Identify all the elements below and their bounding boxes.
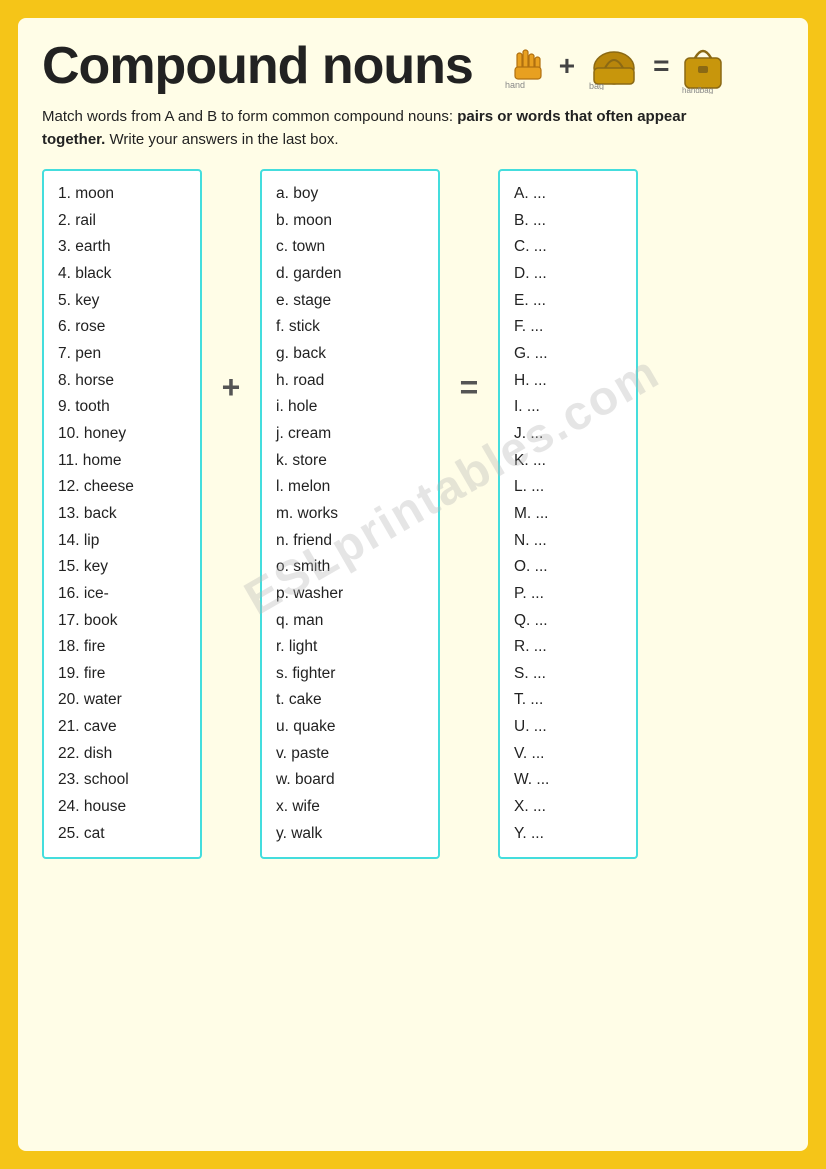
list-item: x. wife xyxy=(276,794,424,821)
list-item: b. moon xyxy=(276,208,424,235)
list-item: G. ... xyxy=(514,341,622,368)
list-item: f. stick xyxy=(276,314,424,341)
list-item: a. boy xyxy=(276,181,424,208)
list-item: V. ... xyxy=(514,741,622,768)
list-item: I. ... xyxy=(514,394,622,421)
bag-icon: bag xyxy=(585,42,643,90)
list-item: j. cream xyxy=(276,421,424,448)
list-item: 1. moon xyxy=(58,181,186,208)
list-item: A. ... xyxy=(514,181,622,208)
list-item: Y. ... xyxy=(514,821,622,848)
column-c-list: A. ...B. ...C. ...D. ...E. ...F. ...G. .… xyxy=(514,181,622,847)
equals-operator: = xyxy=(454,169,484,406)
list-item: t. cake xyxy=(276,687,424,714)
list-item: l. melon xyxy=(276,474,424,501)
instruction-text2: Write your answers in the last box. xyxy=(105,131,338,148)
list-item: 24. house xyxy=(58,794,186,821)
column-c-box: A. ...B. ...C. ...D. ...E. ...F. ...G. .… xyxy=(498,169,638,859)
list-item: U. ... xyxy=(514,714,622,741)
column-a-box: 1. moon2. rail3. earth4. black5. key6. r… xyxy=(42,169,202,859)
list-item: k. store xyxy=(276,448,424,475)
list-item: 4. black xyxy=(58,261,186,288)
list-item: M. ... xyxy=(514,501,622,528)
list-item: 12. cheese xyxy=(58,474,186,501)
list-item: v. paste xyxy=(276,741,424,768)
list-item: 3. earth xyxy=(58,234,186,261)
list-item: E. ... xyxy=(514,288,622,315)
list-item: Q. ... xyxy=(514,608,622,635)
list-item: 2. rail xyxy=(58,208,186,235)
list-item: q. man xyxy=(276,608,424,635)
header-icons: hand + bag = handbag xyxy=(501,38,726,94)
list-item: g. back xyxy=(276,341,424,368)
page-title: Compound nouns xyxy=(42,36,473,96)
column-b-list: a. boyb. moonc. townd. gardene. stagef. … xyxy=(276,181,424,847)
list-item: 20. water xyxy=(58,687,186,714)
list-item: m. works xyxy=(276,501,424,528)
list-item: 22. dish xyxy=(58,741,186,768)
list-item: e. stage xyxy=(276,288,424,315)
list-item: 19. fire xyxy=(58,661,186,688)
list-item: u. quake xyxy=(276,714,424,741)
list-item: h. road xyxy=(276,368,424,395)
plus-icon: + xyxy=(559,50,575,82)
column-a-list: 1. moon2. rail3. earth4. black5. key6. r… xyxy=(58,181,186,847)
equals-icon: = xyxy=(653,50,669,82)
list-item: n. friend xyxy=(276,528,424,555)
list-item: K. ... xyxy=(514,448,622,475)
column-b-box: a. boyb. moonc. townd. gardene. stagef. … xyxy=(260,169,440,859)
list-item: c. town xyxy=(276,234,424,261)
list-item: 15. key xyxy=(58,554,186,581)
list-item: 14. lip xyxy=(58,528,186,555)
list-item: 7. pen xyxy=(58,341,186,368)
list-item: O. ... xyxy=(514,554,622,581)
list-item: 13. back xyxy=(58,501,186,528)
list-item: 17. book xyxy=(58,608,186,635)
list-item: d. garden xyxy=(276,261,424,288)
list-item: N. ... xyxy=(514,528,622,555)
instruction-text1: Match words from A and B to form common … xyxy=(42,108,457,125)
list-item: 8. horse xyxy=(58,368,186,395)
list-item: w. board xyxy=(276,767,424,794)
list-item: C. ... xyxy=(514,234,622,261)
list-item: 21. cave xyxy=(58,714,186,741)
list-item: P. ... xyxy=(514,581,622,608)
list-item: H. ... xyxy=(514,368,622,395)
list-item: p. washer xyxy=(276,581,424,608)
list-item: 5. key xyxy=(58,288,186,315)
list-item: 16. ice- xyxy=(58,581,186,608)
svg-text:handbag: handbag xyxy=(682,86,713,94)
svg-text:bag: bag xyxy=(589,81,604,90)
list-item: F. ... xyxy=(514,314,622,341)
list-item: y. walk xyxy=(276,821,424,848)
list-item: 11. home xyxy=(58,448,186,475)
list-item: 25. cat xyxy=(58,821,186,848)
list-item: o. smith xyxy=(276,554,424,581)
list-item: L. ... xyxy=(514,474,622,501)
list-item: J. ... xyxy=(514,421,622,448)
list-item: s. fighter xyxy=(276,661,424,688)
list-item: T. ... xyxy=(514,687,622,714)
list-item: i. hole xyxy=(276,394,424,421)
list-item: B. ... xyxy=(514,208,622,235)
list-item: 23. school xyxy=(58,767,186,794)
columns-container: 1. moon2. rail3. earth4. black5. key6. r… xyxy=(42,169,784,859)
list-item: D. ... xyxy=(514,261,622,288)
list-item: S. ... xyxy=(514,661,622,688)
plus-operator: + xyxy=(216,169,246,406)
list-item: R. ... xyxy=(514,634,622,661)
svg-text:hand: hand xyxy=(505,80,525,90)
list-item: X. ... xyxy=(514,794,622,821)
list-item: W. ... xyxy=(514,767,622,794)
hand-icon: hand xyxy=(501,42,549,90)
instructions: Match words from A and B to form common … xyxy=(42,106,742,151)
list-item: 9. tooth xyxy=(58,394,186,421)
list-item: 18. fire xyxy=(58,634,186,661)
list-item: r. light xyxy=(276,634,424,661)
handbag-icon: handbag xyxy=(680,38,726,94)
list-item: 6. rose xyxy=(58,314,186,341)
page-header: Compound nouns hand + bag xyxy=(42,36,784,96)
list-item: 10. honey xyxy=(58,421,186,448)
